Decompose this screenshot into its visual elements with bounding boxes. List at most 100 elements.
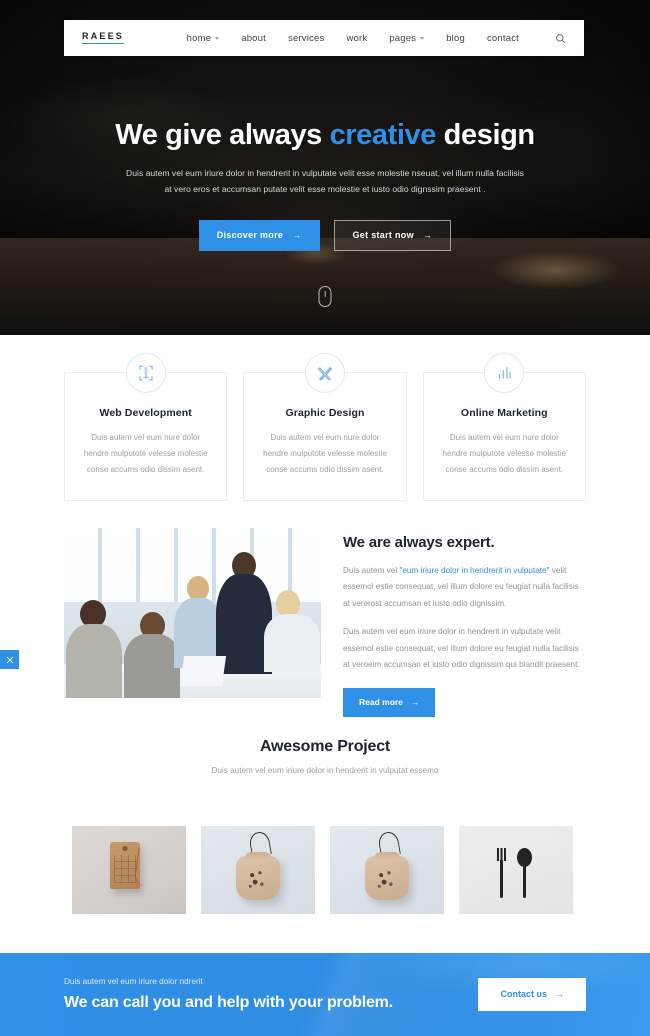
projects-header: Awesome Project Duis autem vel eum iriur… <box>0 738 650 775</box>
pouch-artwork <box>245 866 269 892</box>
project-thumbnail-cutlery[interactable] <box>459 826 573 914</box>
cta-inner: Duis autem vel eum iriure dolor ndrerit … <box>0 953 650 1036</box>
projects-grid <box>72 826 578 914</box>
bar-chart-icon <box>484 353 525 393</box>
hero-subtitle: Duis autem vel eum iriure dolor in hendr… <box>125 166 525 198</box>
expert-para1-highlight: "eum iriure dolor in hendrerit in vulput… <box>399 566 550 575</box>
nav-item-work-label: work <box>346 32 368 44</box>
arrow-right-icon: → <box>410 697 420 708</box>
cta-text: Duis autem vel eum iriure dolor ndrerit … <box>64 977 393 1012</box>
service-desc-line1: Duis autem vel eum nure dolor <box>91 433 201 442</box>
photo-person-body <box>124 634 180 698</box>
cta-small-text: Duis autem vel eum iriure dolor ndrerit <box>64 977 203 986</box>
project-thumbnail-pouch-1[interactable] <box>201 826 315 914</box>
nav-item-about-label: about <box>241 32 266 44</box>
nav-item-blog-label: blog <box>446 32 465 44</box>
hero-title: We give always creative design <box>60 118 590 152</box>
nav-links: home about services work pages blog cont… <box>187 33 566 44</box>
code-monitor-icon <box>125 353 166 393</box>
chevron-down-icon <box>215 36 220 40</box>
expert-paragraph-1: Duis autem vel "eum iriure dolor in hend… <box>343 563 586 612</box>
service-description: Duis autem vel eum nure dolor hendre mul… <box>81 430 210 478</box>
pouch-icon <box>236 856 280 900</box>
expert-text: We are always expert. Duis autem vel "eu… <box>343 528 586 717</box>
hero-title-accent: creative <box>329 119 437 151</box>
nav-item-contact[interactable]: contact <box>487 33 519 44</box>
service-desc-line3: conse accums odio dissim asent. <box>445 465 564 474</box>
hang-tag-pattern <box>114 855 136 883</box>
service-card-online-marketing[interactable]: Online Marketing Duis autem vel eum nure… <box>422 353 586 501</box>
projects-subtitle: Duis autem vel eum iriure dolor in hendr… <box>211 766 439 775</box>
arrow-right-icon: → <box>292 230 302 240</box>
service-card-web-development[interactable]: Web Development Duis autem vel eum nure … <box>64 353 228 501</box>
nav-item-pages-label: pages <box>389 32 417 44</box>
service-description: Duis autem vel eum nure dolor hendre mul… <box>440 430 569 478</box>
service-card-graphic-design[interactable]: Graphic Design Duis autem vel eum nure d… <box>243 353 407 501</box>
hero-title-part1: We give always <box>115 119 330 151</box>
read-more-label: Read more <box>359 697 403 708</box>
photo-laptop <box>179 656 227 686</box>
nav-item-services[interactable]: services <box>288 33 324 44</box>
nav-item-contact-label: contact <box>486 32 519 44</box>
cta-section: Duis autem vel eum iriure dolor ndrerit … <box>0 953 650 1036</box>
close-icon <box>6 656 13 663</box>
services-section: Web Development Duis autem vel eum nure … <box>64 353 586 501</box>
nav-item-about[interactable]: about <box>241 33 266 44</box>
team-meeting-photo <box>64 528 321 698</box>
hero-lamp-glow <box>490 250 620 290</box>
pencil-ruler-icon <box>304 353 345 393</box>
pouch-artwork <box>374 866 398 892</box>
site-logo[interactable]: RAEES <box>82 32 125 44</box>
projects-title: Awesome Project <box>259 738 391 755</box>
hero-content: We give always creative design Duis aute… <box>0 118 650 251</box>
contact-us-label: Contact us <box>500 989 547 999</box>
hero-title-part2: design <box>436 119 535 151</box>
expert-paragraph-2: Duis autem vel eum iriure dolor in hendr… <box>343 627 580 670</box>
photo-person-body <box>264 614 320 672</box>
service-desc-line2: hendre mulputote velesse molestie <box>263 449 387 458</box>
nav-item-services-label: services <box>288 32 325 44</box>
search-icon[interactable] <box>555 33 566 44</box>
expert-section: We are always expert. Duis autem vel "eu… <box>64 528 586 717</box>
photo-person-body <box>66 624 122 698</box>
get-start-now-button[interactable]: Get start now → <box>333 220 452 251</box>
navbar: RAEES home about services work pages blo… <box>64 20 584 56</box>
expert-para1-before: Duis autem vel <box>343 566 400 575</box>
landing-page: We give always creative design Duis aute… <box>0 0 650 1036</box>
service-desc-line3: conse accums odio dissim asent. <box>266 465 384 474</box>
arrow-right-icon: → <box>422 230 433 240</box>
spoon-icon <box>517 848 532 898</box>
service-desc-line3: conse accums odio dissim asent. <box>86 465 205 474</box>
expert-title: We are always expert. <box>343 534 495 551</box>
hero-subtitle-line2: at vero eros et accumsan putate velit es… <box>164 184 486 195</box>
project-thumbnail-pouch-2[interactable] <box>330 826 444 914</box>
get-start-now-label: Get start now <box>352 230 414 240</box>
cta-title: We can call you and help with your probl… <box>64 994 393 1011</box>
service-desc-line2: hendre mulputote velesse molestie <box>83 449 208 458</box>
fork-handle <box>500 860 503 898</box>
nav-item-work[interactable]: work <box>346 33 367 44</box>
nav-item-home-label: home <box>186 32 212 44</box>
service-desc-line1: Duis autem vel eum nure dolor <box>270 433 380 442</box>
discover-more-label: Discover more <box>216 230 284 240</box>
chevron-down-icon <box>420 36 425 40</box>
service-title: Online Marketing <box>460 407 548 419</box>
project-thumbnail-hang-tag[interactable] <box>72 826 186 914</box>
nav-item-blog[interactable]: blog <box>446 33 465 44</box>
service-description: Duis autem vel eum nure dolor hendre mul… <box>260 430 389 478</box>
read-more-button[interactable]: Read more → <box>343 688 436 717</box>
nav-item-home[interactable]: home <box>187 33 220 44</box>
service-desc-line1: Duis autem vel eum nure dolor <box>449 433 559 442</box>
discover-more-button[interactable]: Discover more → <box>198 220 320 251</box>
contact-us-button[interactable]: Contact us → <box>478 978 586 1011</box>
service-desc-line2: hendre mulputote velesse molestie <box>442 449 567 458</box>
service-title: Graphic Design <box>285 407 365 419</box>
spoon-handle <box>523 865 526 898</box>
side-panel-close-button[interactable] <box>0 650 19 669</box>
service-title: Web Development <box>99 407 192 419</box>
hero-buttons: Discover more → Get start now → <box>60 220 590 251</box>
mouse-scroll-icon[interactable] <box>318 286 332 307</box>
fork-icon <box>497 848 506 898</box>
pouch-icon <box>365 856 409 900</box>
nav-item-pages[interactable]: pages <box>389 32 425 44</box>
